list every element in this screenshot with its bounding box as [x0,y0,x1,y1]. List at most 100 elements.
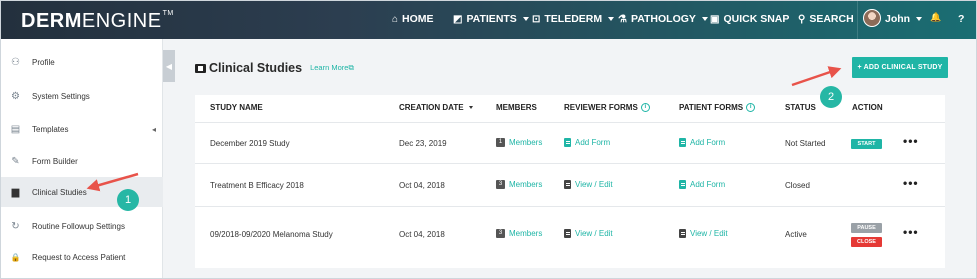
nav-home[interactable]: ⌂ HOME [392,13,434,25]
member-count-badge: 3 [496,180,505,189]
page-header: Clinical Studies Learn More⧉ [195,61,354,75]
document-icon [564,138,571,147]
sidebar-item-label: Profile [32,57,55,67]
pause-button[interactable]: PAUSE [851,223,882,233]
row-divider [195,206,945,207]
members-link[interactable]: 3 Members [496,180,542,189]
home-icon: ⌂ [392,13,399,25]
more-options-icon[interactable]: ••• [903,225,919,239]
reviewer-form-link[interactable]: Add Form [564,138,610,147]
nav-pathology-label: PATHOLOGY [630,13,696,25]
camera-icon: ▣ [710,13,720,25]
nav-pathology[interactable]: ⚗ PATHOLOGY [618,13,708,25]
notifications-bell[interactable]: 🔔 [930,12,941,23]
column-header-label: REVIEWER FORMS [564,103,638,112]
logo-bold-text: DERM [21,10,82,32]
chevron-down-icon [522,17,529,21]
patient-form-label: View / Edit [690,229,728,238]
info-icon[interactable]: i [640,103,650,112]
settings-sidebar: ⚇ Profile ⚙ System Settings ▤ Templates … [1,39,163,278]
sidebar-item-form-builder[interactable]: ✎ Form Builder [1,146,163,176]
patients-icon: ◩ [453,13,463,25]
column-header-label: PATIENT FORMS [679,103,744,112]
help-button[interactable]: ? [958,13,964,25]
members-link[interactable]: 3 Members [496,229,542,238]
member-count-badge: 1 [496,138,505,147]
patient-form-link[interactable]: Add Form [679,180,725,189]
nav-quick-snap[interactable]: ▣ QUICK SNAP [710,13,789,25]
nav-home-label: HOME [402,13,434,25]
study-status: Active [785,230,807,239]
chevron-down-icon [608,17,615,21]
nav-telederm-label: TELEDERM [544,13,603,25]
reviewer-form-link[interactable]: View / Edit [564,180,613,189]
search-icon: ⚲ [798,13,806,25]
folder-icon [195,63,206,73]
patient-form-label: Add Form [690,180,726,189]
nav-search-label: SEARCH [809,13,854,25]
column-header-patient-forms: PATIENT FORMS i [679,103,756,112]
more-options-icon[interactable]: ••• [903,134,919,148]
study-status: Closed [785,181,810,190]
sidebar-item-label: Clinical Studies [32,187,87,197]
learn-more-link[interactable]: Learn More⧉ [310,63,354,73]
sidebar-item-profile[interactable]: ⚇ Profile [1,47,163,77]
user-menu[interactable]: John [885,13,923,25]
reviewer-form-link[interactable]: View / Edit [564,229,613,238]
close-button[interactable]: CLOSE [851,237,882,247]
info-icon[interactable]: i [746,103,756,112]
chevron-down-icon [916,17,923,21]
study-status: Not Started [785,139,826,148]
members-label: Members [509,138,543,147]
app-window: DERMENGINETM ⌂ HOME ◩ PATIENTS ⊡ TELEDER… [0,0,977,279]
members-link[interactable]: 1 Members [496,138,542,147]
more-options-icon[interactable]: ••• [903,176,919,190]
creation-date: Dec 23, 2019 [399,139,447,148]
column-header-members: MEMBERS [496,103,537,112]
nav-telederm[interactable]: ⊡ TELEDERM [532,13,615,25]
sidebar-item-routine-followup[interactable]: ↻ Routine Followup Settings [1,211,163,241]
nav-search[interactable]: ⚲ SEARCH [798,13,854,25]
dermengine-logo[interactable]: DERMENGINETM [21,10,174,33]
members-label: Members [509,229,543,238]
document-icon [564,229,571,238]
document-icon [564,180,571,189]
column-header-reviewer-forms: REVIEWER FORMS i [564,103,650,112]
study-name: Treatment B Efficacy 2018 [210,181,304,190]
nav-patients[interactable]: ◩ PATIENTS [453,13,529,25]
sidebar-item-templates[interactable]: ▤ Templates ◂ [1,114,163,144]
chevron-down-icon [701,17,708,21]
document-icon [679,138,686,147]
patient-form-link[interactable]: View / Edit [679,229,728,238]
study-name: 09/2018-09/2020 Melanoma Study [210,230,333,239]
document-icon [679,180,686,189]
creation-date: Oct 04, 2018 [399,230,445,239]
step-1-marker: 1 [117,189,139,211]
logo-light-text: ENGINE [81,10,162,32]
column-header-creation-date[interactable]: CREATION DATE [399,103,473,112]
sidebar-item-system-settings[interactable]: ⚙ System Settings [1,81,163,111]
reviewer-form-label: View / Edit [575,229,613,238]
row-divider [195,122,945,123]
profile-icon: ⚇ [11,56,20,68]
reviewer-form-label: Add Form [575,138,611,147]
row-divider [195,163,945,164]
form-builder-icon: ✎ [11,155,20,167]
step-2-marker: 2 [820,86,842,108]
user-name: John [885,13,911,25]
templates-icon: ▤ [10,123,21,135]
telederm-icon: ⊡ [532,13,541,25]
sidebar-collapse-toggle[interactable]: ◀ [163,50,175,82]
avatar[interactable] [863,9,881,27]
reviewer-form-label: View / Edit [575,180,613,189]
patient-form-link[interactable]: Add Form [679,138,725,147]
study-name: December 2019 Study [210,139,290,148]
sidebar-item-label: Templates [32,124,69,134]
sidebar-item-label: System Settings [32,91,90,101]
folder-icon: ▆ [11,186,20,198]
column-header-study-name: STUDY NAME [210,103,263,112]
start-button[interactable]: START [851,139,882,149]
creation-date: Oct 04, 2018 [399,181,445,190]
sidebar-item-request-access[interactable]: 🔒 Request to Access Patient [1,242,163,272]
add-clinical-study-button[interactable]: + ADD CLINICAL STUDY [852,57,948,78]
